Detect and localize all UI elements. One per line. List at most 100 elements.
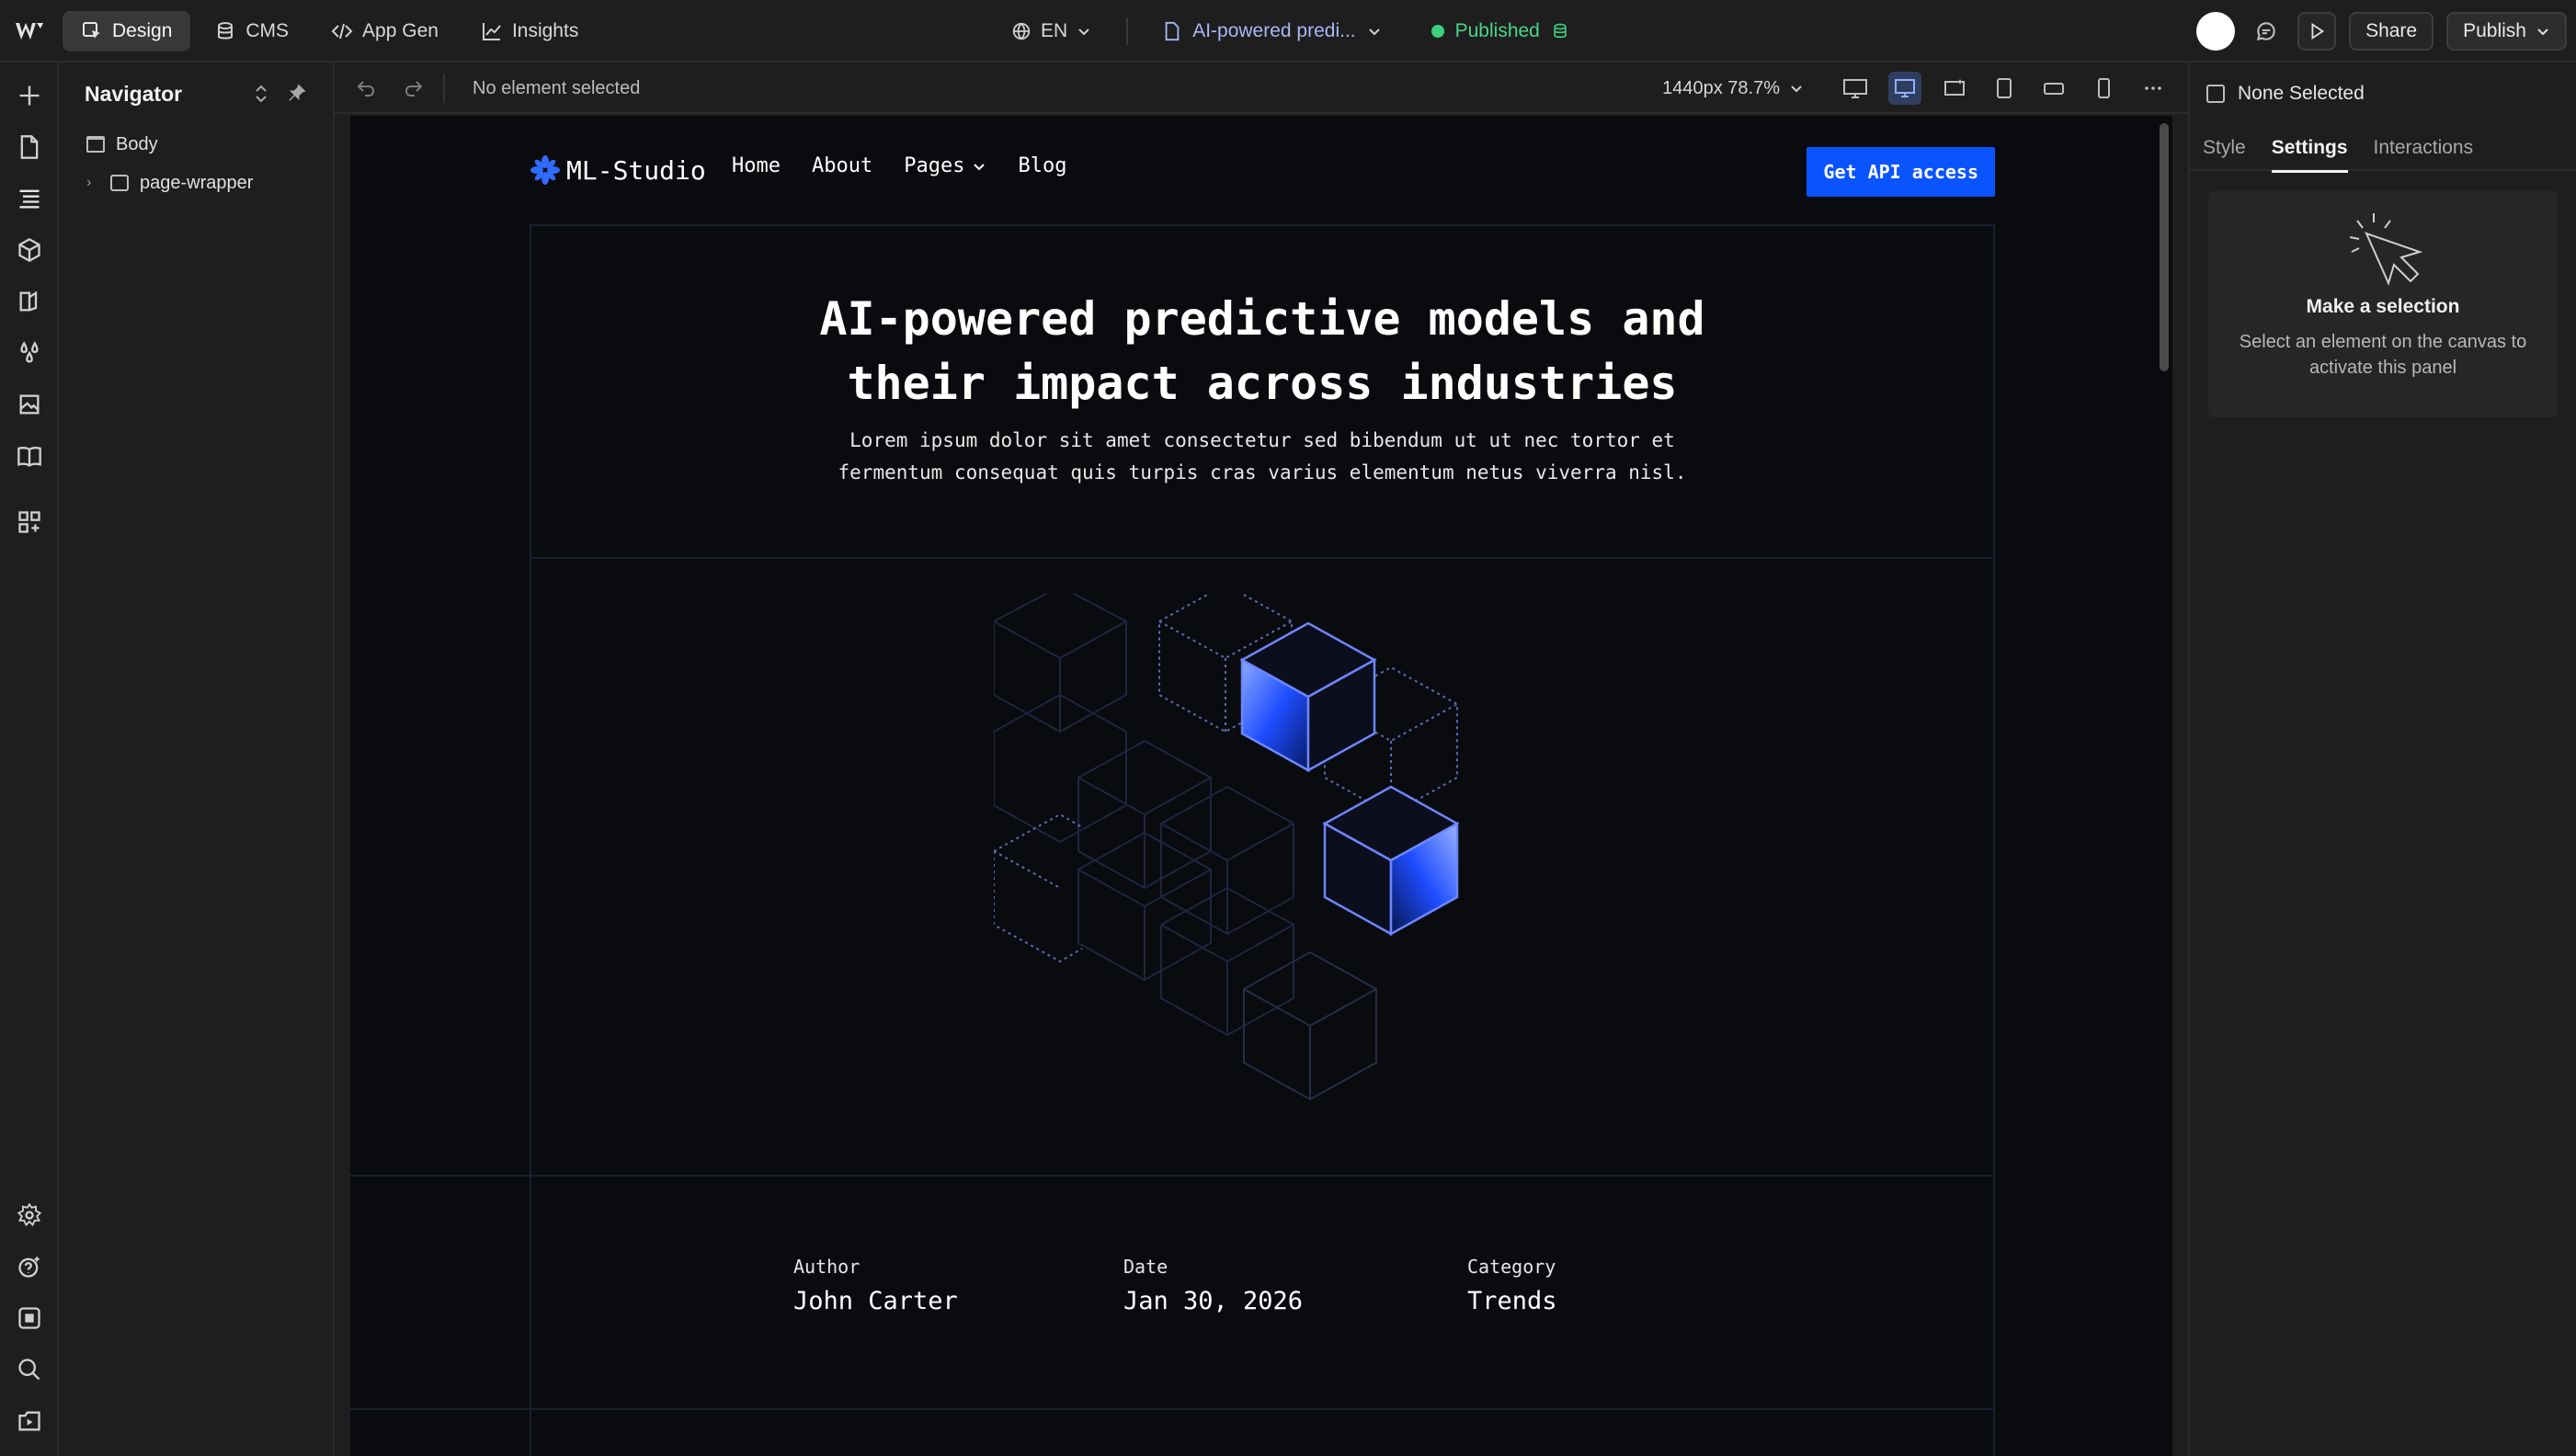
preview-button[interactable] bbox=[2297, 12, 2337, 51]
empty-selection-card: Make a selection Select an element on th… bbox=[2208, 191, 2558, 417]
library-icon[interactable] bbox=[13, 439, 46, 472]
page-name: AI-powered predi... bbox=[1192, 20, 1356, 41]
selection-label: None Selected bbox=[2238, 83, 2365, 104]
chevron-down-icon bbox=[1791, 85, 1802, 93]
components-icon[interactable] bbox=[13, 233, 46, 267]
top-bar: Design CMS App Gen Insights EN AI-powere… bbox=[0, 0, 2576, 63]
page-selector[interactable]: AI-powered predi... bbox=[1163, 20, 1381, 42]
menu-link-about[interactable]: About bbox=[812, 154, 872, 177]
menu-link-pages: Pages bbox=[904, 154, 965, 177]
app-gen-mode-label: App Gen bbox=[362, 20, 439, 41]
breakpoint-zoom-selector[interactable]: 1440px 78.7% bbox=[1662, 78, 1804, 99]
stop-icon[interactable] bbox=[13, 1302, 46, 1335]
tablet-landscape-breakpoint-icon[interactable] bbox=[1938, 72, 1971, 105]
apps-icon[interactable] bbox=[13, 506, 46, 539]
user-avatar[interactable] bbox=[2196, 12, 2236, 51]
search-icon[interactable] bbox=[13, 1353, 46, 1386]
mobile-portrait-breakpoint-icon[interactable] bbox=[2087, 72, 2120, 105]
settings-panel: None Selected Style Settings Interaction… bbox=[2188, 63, 2576, 1456]
pin-icon[interactable] bbox=[287, 83, 307, 103]
site-navbar: ML-Studio Home About Pages Blog Get API … bbox=[530, 116, 1995, 226]
tree-item-label: page-wrapper bbox=[140, 172, 254, 193]
hero-subtitle-line: fermentum consequat quis turpis cras var… bbox=[838, 461, 1687, 483]
empty-description: Select an element on the canvas to activ… bbox=[2239, 332, 2527, 378]
navigator-title: Navigator bbox=[85, 81, 183, 106]
tab-interactions[interactable]: Interactions bbox=[2374, 125, 2474, 171]
grid-line bbox=[350, 1408, 1995, 1410]
left-toolbar bbox=[0, 63, 59, 1456]
desktop-large-breakpoint-icon[interactable] bbox=[1839, 72, 1872, 105]
breakpoint-label: 1440px 78.7% bbox=[1662, 77, 1780, 98]
chevron-down-icon bbox=[1078, 28, 1089, 36]
chevron-down-icon bbox=[974, 163, 986, 170]
webflow-logo-icon[interactable] bbox=[9, 11, 50, 51]
publish-status[interactable]: Published bbox=[1430, 20, 1569, 42]
menu-dropdown-pages[interactable]: Pages bbox=[904, 154, 986, 177]
globe-icon bbox=[1012, 22, 1031, 40]
mobile-landscape-breakpoint-icon[interactable] bbox=[2037, 72, 2070, 105]
app-gen-mode-button[interactable]: App Gen bbox=[313, 11, 457, 51]
insights-mode-button[interactable]: Insights bbox=[462, 11, 597, 51]
get-api-access-button[interactable]: Get API access bbox=[1807, 147, 1995, 197]
style-selectors-icon[interactable] bbox=[13, 285, 46, 318]
tab-settings[interactable]: Settings bbox=[2271, 125, 2348, 173]
meta-value: Jan 30, 2026 bbox=[1123, 1287, 1304, 1315]
database-icon bbox=[218, 22, 234, 40]
status-dot bbox=[1430, 25, 1444, 38]
cursor-click-icon bbox=[2349, 213, 2423, 286]
redo-icon[interactable] bbox=[403, 77, 425, 99]
cursor-square-icon bbox=[83, 22, 100, 39]
variables-icon[interactable] bbox=[13, 336, 46, 370]
settings-icon[interactable] bbox=[13, 1199, 46, 1232]
element-icon bbox=[2206, 85, 2225, 103]
tablet-breakpoint-icon[interactable] bbox=[1988, 72, 2021, 105]
desktop-breakpoint-icon[interactable] bbox=[1888, 72, 1921, 105]
meta-label: Author bbox=[793, 1256, 861, 1278]
cms-mode-button[interactable]: CMS bbox=[196, 11, 307, 51]
line-chart-icon bbox=[482, 23, 501, 40]
empty-title: Make a selection bbox=[2306, 296, 2460, 317]
undo-icon[interactable] bbox=[355, 77, 377, 99]
more-options-icon[interactable] bbox=[2137, 72, 2170, 105]
site-preview[interactable]: ML-Studio Home About Pages Blog Get API … bbox=[350, 116, 2172, 1456]
tree-item-page-wrapper[interactable]: › page-wrapper bbox=[59, 164, 333, 202]
site-logo[interactable]: ML-Studio bbox=[530, 154, 706, 186]
share-label: Share bbox=[2365, 20, 2418, 41]
tree-item-label: Body bbox=[116, 133, 158, 154]
selection-status: No element selected bbox=[473, 77, 641, 98]
assets-icon[interactable] bbox=[13, 388, 46, 421]
meta-date: Date Jan 30, 2026 bbox=[1123, 1256, 1303, 1315]
tab-style[interactable]: Style bbox=[2203, 125, 2246, 171]
play-icon bbox=[2311, 22, 2325, 40]
canvas[interactable]: ML-Studio Home About Pages Blog Get API … bbox=[335, 114, 2188, 1456]
meta-author: Author John Carter bbox=[793, 1256, 958, 1315]
expand-collapse-icon[interactable] bbox=[252, 83, 270, 105]
div-block-icon bbox=[110, 175, 129, 191]
hero-title-line: their impact across industries bbox=[847, 357, 1678, 410]
brand-asterisk-icon bbox=[530, 155, 560, 185]
pages-icon[interactable] bbox=[13, 131, 46, 164]
design-mode-label: Design bbox=[112, 20, 173, 41]
menu-link-home[interactable]: Home bbox=[732, 154, 781, 177]
comments-icon[interactable] bbox=[2248, 13, 2285, 50]
navigator-icon[interactable] bbox=[13, 182, 46, 215]
hero-title: AI-powered predictive models and their i… bbox=[530, 287, 1995, 415]
canvas-scrollbar[interactable] bbox=[2160, 123, 2169, 371]
grid-line bbox=[350, 1175, 1995, 1177]
canvas-toolbar: No element selected 1440px 78.7% bbox=[335, 63, 2188, 114]
locale-label: EN bbox=[1041, 20, 1068, 41]
publish-button[interactable]: Publish bbox=[2446, 12, 2567, 51]
video-tutorials-icon[interactable] bbox=[13, 1405, 46, 1438]
add-icon[interactable] bbox=[13, 79, 46, 112]
help-icon[interactable] bbox=[13, 1250, 46, 1283]
publish-label: Publish bbox=[2463, 20, 2526, 41]
design-mode-button[interactable]: Design bbox=[63, 11, 191, 51]
tree-item-body[interactable]: Body bbox=[59, 125, 333, 164]
chevron-right-icon[interactable]: › bbox=[86, 175, 99, 191]
menu-link-blog[interactable]: Blog bbox=[1018, 154, 1066, 177]
locale-selector[interactable]: EN bbox=[1011, 20, 1091, 42]
share-button[interactable]: Share bbox=[2349, 12, 2434, 51]
selection-indicator: None Selected bbox=[2190, 63, 2576, 125]
divider bbox=[443, 74, 445, 103]
hero-title-line: AI-powered predictive models and bbox=[819, 292, 1705, 346]
